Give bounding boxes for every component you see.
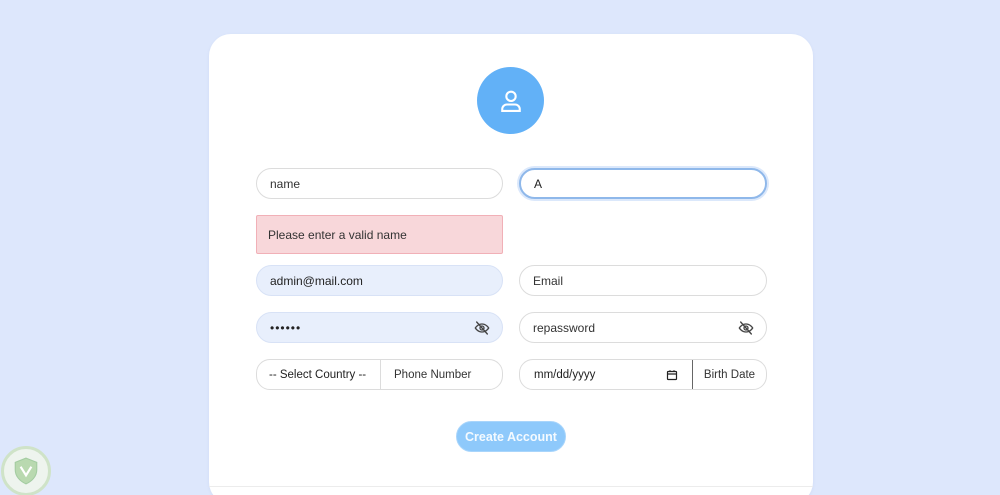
name-input-value: A [534,176,543,191]
date-input[interactable]: mm/dd/yyyy [520,360,692,389]
eye-slash-icon[interactable] [474,320,490,336]
country-select[interactable]: -- Select Country -- [257,360,381,389]
create-account-button[interactable]: Create Account [456,421,566,452]
repassword-field[interactable]: repassword [519,312,767,343]
name-placeholder: name [270,176,301,191]
eye-slash-icon[interactable] [738,320,754,336]
country-select-value: -- Select Country -- [269,368,367,381]
shield-icon [14,457,38,485]
email-placeholder: Email [533,273,564,288]
phone-placeholder: Phone Number [394,368,472,381]
phone-input[interactable]: Phone Number [381,360,502,389]
error-message: Please enter a valid name [268,227,407,242]
signup-card: name A Please enter a valid name admin@m… [209,34,813,495]
calendar-icon[interactable] [666,369,678,381]
date-value: mm/dd/yyyy [534,368,596,381]
shield-logo [1,446,51,495]
birth-date-text: Birth Date [703,368,756,381]
email-confirm-field[interactable]: Email [519,265,767,296]
email-value: admin@mail.com [270,273,363,288]
avatar [477,67,544,134]
create-account-label: Create Account [465,429,557,444]
password-value: •••••• [270,320,302,335]
birthdate-group: mm/dd/yyyy Birth Date [519,359,767,390]
divider [209,486,813,487]
user-icon [500,90,521,112]
country-phone-group: -- Select Country -- Phone Number [256,359,503,390]
email-input[interactable]: admin@mail.com [256,265,503,296]
name-input[interactable]: A [519,168,767,199]
error-alert: Please enter a valid name [256,215,503,254]
name-field[interactable]: name [256,168,503,199]
birth-date-label: Birth Date [692,360,766,389]
repassword-placeholder: repassword [533,320,596,335]
password-field[interactable]: •••••• [256,312,503,343]
